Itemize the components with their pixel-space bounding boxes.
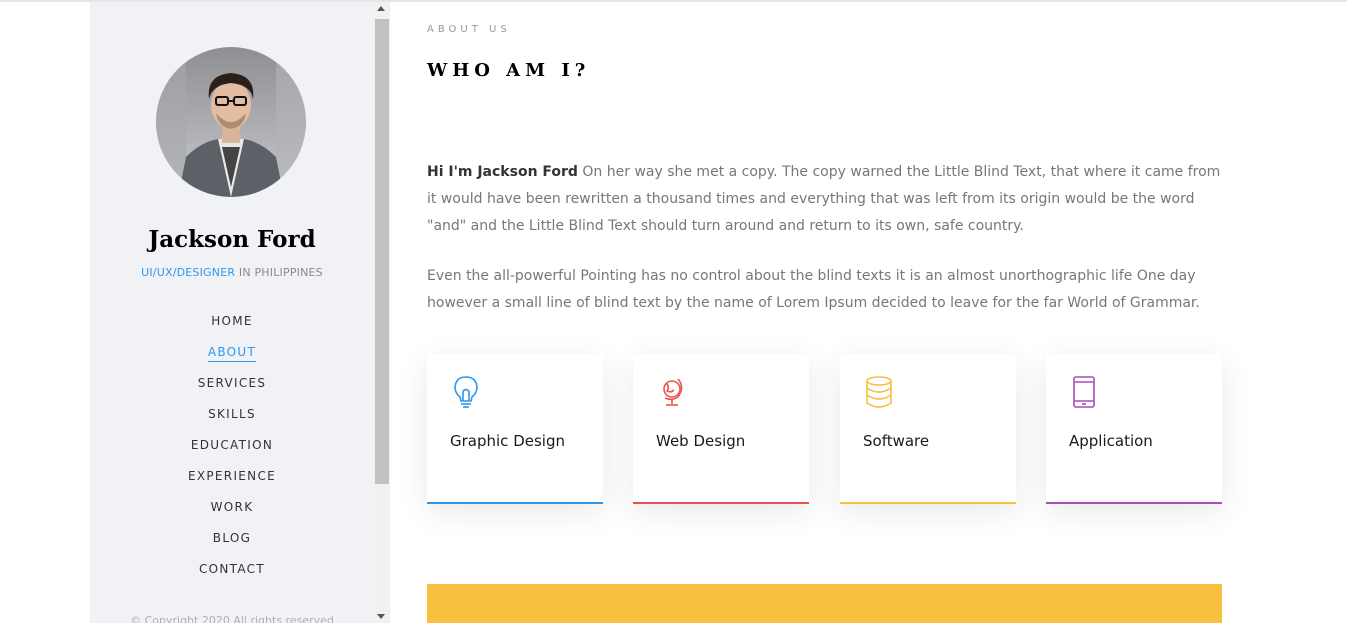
sidebar-scrollbar[interactable]	[374, 2, 390, 623]
section-eyebrow: ABOUT US	[427, 24, 511, 35]
section-heading: WHO AM I?	[427, 60, 591, 81]
service-card-application[interactable]: Application	[1046, 354, 1222, 504]
profile-role-title: UI/UX/DESIGNER	[141, 266, 236, 279]
nav-item-experience[interactable]: EXPERIENCE	[188, 469, 276, 485]
tablet-icon	[1070, 375, 1100, 409]
nav-item-skills[interactable]: SKILLS	[208, 407, 256, 423]
sidebar: Jackson Ford UI/UX/DESIGNER IN PHILIPPIN…	[90, 2, 374, 623]
sidebar-nav: HOME ABOUT SERVICES SKILLS EDUCATION EXP…	[90, 310, 374, 589]
globe-icon	[657, 375, 687, 409]
nav-item-contact[interactable]: CONTACT	[199, 562, 265, 578]
nav-item-services[interactable]: SERVICES	[198, 376, 267, 392]
intro-name: Hi I'm Jackson Ford	[427, 164, 578, 180]
nav-item-blog[interactable]: BLOG	[213, 531, 251, 547]
service-label: Software	[863, 432, 930, 450]
copyright-text: © Copyright 2020 All rights reserved	[130, 614, 334, 623]
profile-name: Jackson Ford	[148, 226, 316, 253]
intro-paragraph: Hi I'm Jackson Ford On her way she met a…	[427, 159, 1222, 240]
database-icon	[864, 375, 894, 409]
lightbulb-icon	[451, 375, 481, 409]
profile-role: UI/UX/DESIGNER IN PHILIPPINES	[90, 266, 374, 279]
about-paragraph: Even the all-powerful Pointing has no co…	[427, 268, 1200, 311]
service-label: Application	[1069, 432, 1153, 450]
service-card-graphic-design[interactable]: Graphic Design	[427, 354, 603, 504]
avatar	[156, 47, 306, 197]
profile-role-location: IN PHILIPPINES	[235, 266, 323, 279]
service-label: Web Design	[656, 432, 746, 450]
highlight-banner	[427, 584, 1222, 623]
service-card-software[interactable]: Software	[840, 354, 1016, 504]
service-accent-bar	[427, 502, 603, 504]
nav-item-about[interactable]: ABOUT	[207, 345, 257, 362]
service-accent-bar	[1046, 502, 1222, 504]
nav-item-education[interactable]: EDUCATION	[191, 438, 273, 454]
service-accent-bar	[840, 502, 1016, 504]
nav-item-work[interactable]: WORK	[211, 500, 254, 516]
scrollbar-thumb[interactable]	[375, 19, 389, 484]
service-label: Graphic Design	[450, 432, 565, 450]
scroll-down-arrow-icon[interactable]	[377, 614, 385, 619]
service-accent-bar	[633, 502, 809, 504]
service-card-web-design[interactable]: Web Design	[633, 354, 809, 504]
scroll-up-arrow-icon[interactable]	[377, 6, 385, 11]
nav-item-home[interactable]: HOME	[211, 314, 253, 330]
